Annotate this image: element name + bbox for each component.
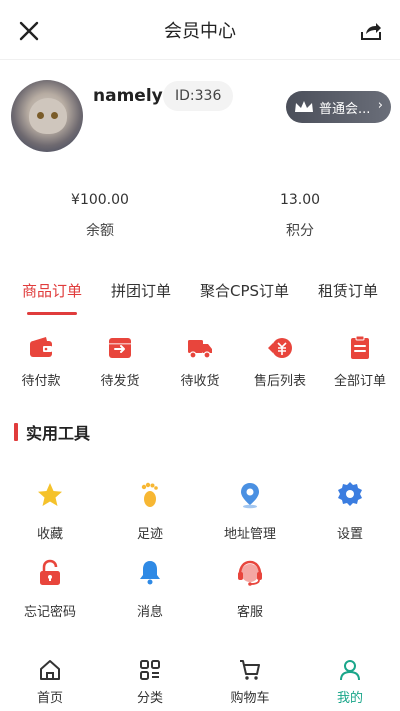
nav-label: 分类 bbox=[136, 691, 163, 706]
order-status-label: 全部订单 bbox=[333, 374, 386, 389]
header-bar: 会员中心 bbox=[0, 0, 400, 60]
bottom-nav: 首页 分类 购物车 我的 bbox=[0, 650, 400, 711]
user-icon bbox=[340, 660, 360, 681]
points-label: 积分 bbox=[286, 223, 314, 239]
order-status-label: 待发货 bbox=[100, 374, 140, 389]
avatar-eye-left bbox=[37, 112, 44, 119]
active-tab-indicator bbox=[27, 312, 77, 315]
share-icon[interactable] bbox=[360, 20, 382, 42]
account-stats: ¥100.00 余额 13.00 积分 bbox=[0, 192, 400, 240]
balance-stat[interactable]: ¥100.00 余额 bbox=[0, 192, 200, 240]
points-value: 13.00 bbox=[279, 192, 321, 208]
order-all[interactable]: 全部订单 bbox=[320, 335, 400, 389]
tab-group-orders[interactable]: 拼团订单 bbox=[111, 280, 171, 301]
gear-icon bbox=[338, 482, 362, 506]
order-status-label: 待付款 bbox=[21, 374, 61, 389]
order-pending-shipment[interactable]: 待发货 bbox=[80, 335, 160, 389]
order-after-sales[interactable]: 售后列表 bbox=[240, 335, 320, 389]
tool-label: 消息 bbox=[136, 605, 163, 620]
user-id-badge: ID:336 bbox=[163, 81, 234, 111]
nav-category[interactable]: 分类 bbox=[100, 650, 200, 711]
avatar[interactable] bbox=[11, 80, 83, 152]
crown-icon bbox=[295, 101, 313, 112]
tab-goods-orders[interactable]: 商品订单 bbox=[22, 280, 82, 301]
order-pending-payment[interactable]: 待付款 bbox=[1, 335, 81, 389]
order-status-label: 待收货 bbox=[180, 374, 220, 389]
tool-label: 设置 bbox=[336, 527, 363, 542]
section-accent-bar bbox=[14, 423, 18, 441]
tool-label: 足迹 bbox=[136, 527, 163, 542]
headset-icon bbox=[238, 560, 262, 586]
nav-label: 首页 bbox=[36, 691, 63, 706]
nav-label: 我的 bbox=[336, 691, 363, 706]
tool-settings[interactable]: 设置 bbox=[300, 481, 400, 542]
chevron-right-icon: › bbox=[377, 98, 383, 113]
order-status-row: 待付款 待发货 待收货 售后列表 全部订单 bbox=[0, 335, 400, 395]
points-stat[interactable]: 13.00 积分 bbox=[200, 192, 400, 240]
tool-label: 忘记密码 bbox=[23, 605, 76, 620]
cart-icon bbox=[240, 660, 260, 680]
category-icon bbox=[140, 660, 160, 680]
page-title: 会员中心 bbox=[164, 20, 236, 42]
tool-forgot-password[interactable]: 忘记密码 bbox=[0, 559, 100, 620]
balance-value: ¥100.00 bbox=[71, 192, 129, 208]
tool-messages[interactable]: 消息 bbox=[100, 559, 200, 620]
avatar-cat-face bbox=[29, 98, 67, 134]
order-status-label: 售后列表 bbox=[253, 374, 306, 389]
nav-mine[interactable]: 我的 bbox=[300, 650, 400, 711]
order-pending-receipt[interactable]: 待收货 bbox=[160, 335, 240, 389]
tools-title-text: 实用工具 bbox=[26, 424, 91, 443]
clipboard-icon bbox=[351, 335, 369, 359]
nav-cart[interactable]: 购物车 bbox=[200, 650, 300, 711]
footprint-icon bbox=[141, 482, 158, 507]
nav-home[interactable]: 首页 bbox=[0, 650, 100, 711]
tool-label: 客服 bbox=[236, 605, 263, 620]
nav-label: 购物车 bbox=[230, 691, 270, 706]
tab-rental-orders[interactable]: 租赁订单 bbox=[318, 280, 378, 301]
home-icon bbox=[40, 660, 60, 680]
member-level-label: 普通会... bbox=[319, 101, 371, 117]
tool-address[interactable]: 地址管理 bbox=[200, 481, 300, 542]
tool-label: 地址管理 bbox=[223, 527, 276, 542]
tools-section-title: 实用工具 bbox=[14, 420, 90, 444]
avatar-eye-right bbox=[51, 112, 58, 119]
close-icon[interactable] bbox=[18, 20, 40, 42]
tool-customer-service[interactable]: 客服 bbox=[200, 559, 300, 620]
star-icon bbox=[38, 483, 62, 506]
order-tabs: 商品订单 拼团订单 聚合CPS订单 租赁订单 bbox=[0, 280, 400, 320]
profile-section: namely ID:336 普通会... › bbox=[11, 78, 391, 153]
tool-footprints[interactable]: 足迹 bbox=[100, 481, 200, 542]
tool-label: 收藏 bbox=[36, 527, 63, 542]
lock-icon bbox=[40, 559, 60, 585]
tab-cps-orders[interactable]: 聚合CPS订单 bbox=[200, 280, 289, 301]
truck-icon bbox=[188, 340, 212, 359]
tool-favorites[interactable]: 收藏 bbox=[0, 481, 100, 542]
outbox-icon bbox=[109, 338, 131, 358]
wallet-icon bbox=[30, 337, 52, 357]
refund-icon bbox=[268, 338, 292, 358]
location-icon bbox=[241, 483, 259, 509]
bell-icon bbox=[140, 561, 160, 585]
balance-label: 余额 bbox=[86, 223, 114, 239]
member-level-button[interactable]: 普通会... › bbox=[286, 91, 391, 123]
username: namely bbox=[93, 86, 163, 106]
